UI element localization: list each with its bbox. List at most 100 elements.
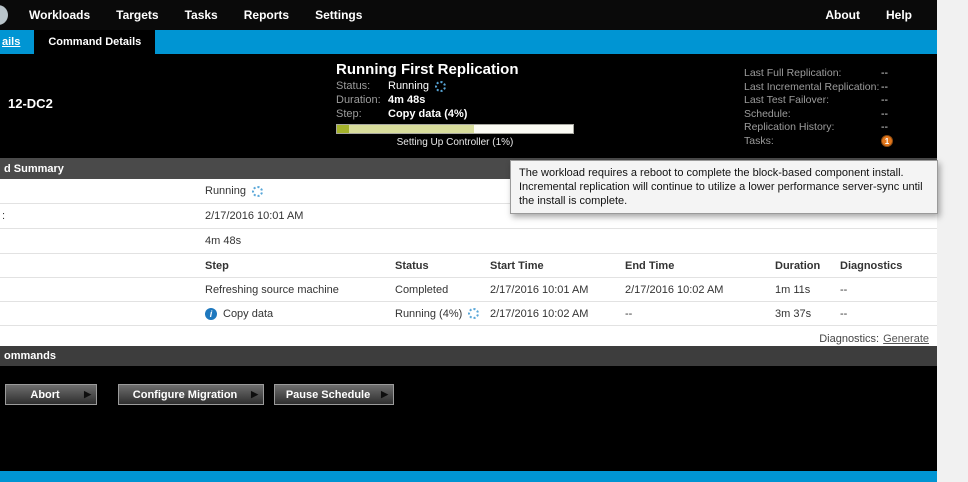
stat-replication-history: Replication History: -- <box>744 121 893 135</box>
col-end-time: End Time <box>625 260 775 272</box>
tab-command-details[interactable]: Command Details <box>34 30 155 54</box>
summary-start-time-value: 2/17/2016 10:01 AM <box>205 210 303 222</box>
page-title: Running First Replication <box>336 61 576 78</box>
spinner-icon <box>435 81 446 92</box>
nav-item-settings[interactable]: Settings <box>302 8 375 22</box>
pause-schedule-button-label: Pause Schedule <box>275 389 381 401</box>
stat-label: Tasks: <box>744 135 881 149</box>
summary-duration-value: 4m 48s <box>205 235 241 247</box>
cell-step-text: Copy data <box>223 308 273 320</box>
diagnostics-line: Diagnostics: Generate <box>0 326 937 345</box>
info-icon[interactable]: i <box>205 308 217 320</box>
nav-right-group: About Help <box>812 8 925 22</box>
stat-value: -- <box>881 81 888 95</box>
stat-label: Schedule: <box>744 108 881 122</box>
cell-duration: 3m 37s <box>775 308 840 320</box>
step-row: Step: Copy data (4%) <box>336 108 576 120</box>
stat-last-test-failover: Last Test Failover: -- <box>744 94 893 108</box>
stat-last-full-replication: Last Full Replication: -- <box>744 67 893 81</box>
cell-status: Running (4%) <box>395 308 490 320</box>
cell-diagnostics: -- <box>840 284 937 296</box>
step-value: Copy data (4%) <box>388 108 467 120</box>
play-arrow-icon: ▶ <box>381 389 393 400</box>
cell-duration: 1m 11s <box>775 284 840 296</box>
nav-item-targets[interactable]: Targets <box>103 8 171 22</box>
replication-stats: Last Full Replication: -- Last Increment… <box>744 67 893 148</box>
cell-diagnostics: -- <box>840 308 937 320</box>
workload-name: 12-DC2 <box>8 96 53 111</box>
nav-left-group: Workloads Targets Tasks Reports Settings <box>16 8 375 22</box>
table-row: Refreshing source machine Completed 2/17… <box>0 278 937 302</box>
duration-label: Duration: <box>336 94 388 106</box>
stat-label: Last Incremental Replication: <box>744 81 881 95</box>
summary-row-duration: 4m 48s <box>0 229 937 254</box>
reboot-tooltip: The workload requires a reboot to comple… <box>510 160 938 214</box>
configure-migration-button-label: Configure Migration <box>119 389 251 401</box>
cell-end-time: -- <box>625 308 775 320</box>
stat-tasks: Tasks: 1 <box>744 135 893 149</box>
nav-item-tasks[interactable]: Tasks <box>172 8 231 22</box>
steps-table-header: Step Status Start Time End Time Duration… <box>0 254 937 278</box>
cell-status-text: Running (4%) <box>395 308 462 320</box>
replication-status-panel: Running First Replication Status: Runnin… <box>336 61 576 148</box>
col-start-time: Start Time <box>490 260 625 272</box>
col-status: Status <box>395 260 490 272</box>
page-right-margin <box>937 0 968 482</box>
configure-migration-button[interactable]: Configure Migration ▶ <box>118 384 264 405</box>
commands-section-header: ommands <box>0 346 937 366</box>
stat-value: -- <box>881 67 888 81</box>
play-arrow-icon: ▶ <box>84 389 96 400</box>
cell-status: Completed <box>395 284 490 296</box>
commands-section: ommands Abort ▶ Configure Migration ▶ Pa… <box>0 346 937 471</box>
stat-last-incremental-replication: Last Incremental Replication: -- <box>744 81 893 95</box>
spinner-icon <box>468 308 479 319</box>
col-step: Step <box>205 260 395 272</box>
stat-label: Last Test Failover: <box>744 94 881 108</box>
duration-row: Duration: 4m 48s <box>336 94 576 106</box>
stat-schedule: Schedule: -- <box>744 108 893 122</box>
cell-start-time: 2/17/2016 10:01 AM <box>490 284 625 296</box>
progress-fill-light <box>337 125 474 133</box>
nav-item-about[interactable]: About <box>812 8 873 22</box>
cell-step: i Copy data <box>205 308 395 320</box>
stat-value: -- <box>881 94 888 108</box>
diagnostics-generate-link[interactable]: Generate <box>883 333 929 345</box>
row-label-tail: : <box>2 210 5 222</box>
stat-value: -- <box>881 121 888 135</box>
spinner-icon <box>252 186 263 197</box>
status-row: Status: Running <box>336 80 576 92</box>
logo-fragment <box>0 5 8 25</box>
workload-header: 12-DC2 Running First Replication Status:… <box>0 54 937 158</box>
progress-bar <box>336 124 574 134</box>
stat-label: Replication History: <box>744 121 881 135</box>
diagnostics-label: Diagnostics: <box>819 333 879 345</box>
tab-workload-details-partial[interactable]: ails <box>0 30 29 54</box>
status-value: Running <box>388 80 429 92</box>
pause-schedule-button[interactable]: Pause Schedule ▶ <box>274 384 394 405</box>
table-row: i Copy data Running (4%) 2/17/2016 10:02… <box>0 302 937 326</box>
nav-item-workloads[interactable]: Workloads <box>16 8 103 22</box>
app-window: Workloads Targets Tasks Reports Settings… <box>0 0 937 482</box>
tasks-badge[interactable]: 1 <box>881 135 893 147</box>
progress-fill-dark <box>337 125 349 133</box>
stat-label: Last Full Replication: <box>744 67 881 81</box>
col-duration: Duration <box>775 260 840 272</box>
abort-button-label: Abort <box>6 389 84 401</box>
play-arrow-icon: ▶ <box>251 389 263 400</box>
bottom-accent-strip <box>0 471 937 482</box>
top-nav: Workloads Targets Tasks Reports Settings… <box>0 0 937 30</box>
nav-item-help[interactable]: Help <box>873 8 925 22</box>
cell-start-time: 2/17/2016 10:02 AM <box>490 308 625 320</box>
command-buttons: Abort ▶ Configure Migration ▶ Pause Sche… <box>0 384 937 406</box>
screen: Workloads Targets Tasks Reports Settings… <box>0 0 968 482</box>
duration-value: 4m 48s <box>388 94 425 106</box>
tab-bar: ails Command Details <box>0 30 937 54</box>
step-label: Step: <box>336 108 388 120</box>
nav-item-reports[interactable]: Reports <box>231 8 302 22</box>
cell-step: Refreshing source machine <box>205 284 395 296</box>
col-diagnostics: Diagnostics <box>840 260 937 272</box>
stat-value: -- <box>881 108 888 122</box>
status-label: Status: <box>336 80 388 92</box>
substep-text: Setting Up Controller (1%) <box>336 137 574 148</box>
abort-button[interactable]: Abort ▶ <box>5 384 97 405</box>
